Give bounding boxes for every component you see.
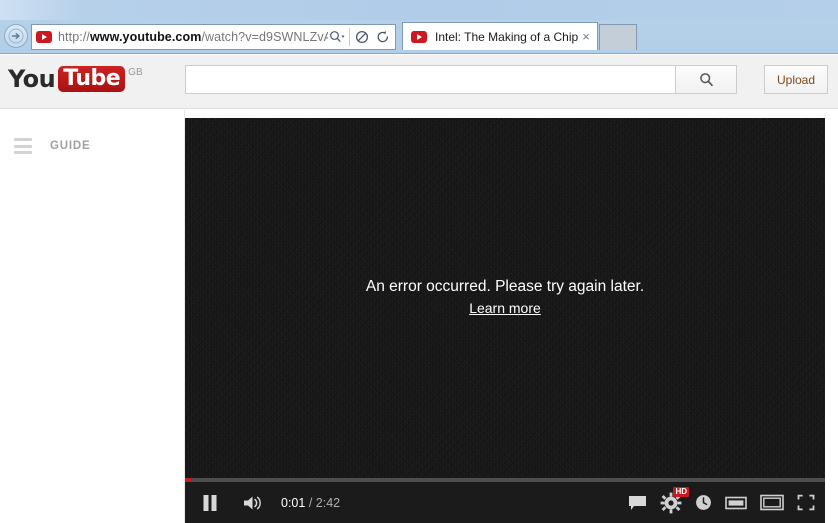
logo-country-code: GB	[128, 67, 143, 78]
search-dropdown-icon[interactable]	[328, 26, 347, 48]
tab-favicon-youtube	[411, 30, 427, 43]
fullscreen-button[interactable]	[797, 494, 815, 511]
time-separator: /	[305, 495, 316, 510]
go-forward-button[interactable]	[4, 24, 28, 48]
upload-button[interactable]: Upload	[764, 65, 828, 94]
address-bar[interactable]: http://www.youtube.com/watch?v=d9SWNLZvA…	[31, 24, 396, 50]
sidebar-item-guide[interactable]: GUIDE	[14, 138, 90, 154]
player-controls-left: 0:01 / 2:42	[185, 490, 628, 516]
youtube-logo[interactable]: You Tube GB	[8, 66, 143, 92]
youtube-favicon	[36, 31, 52, 43]
player-controls: 0:01 / 2:42 HD	[185, 482, 825, 523]
address-bar-icons	[328, 26, 395, 48]
clock-icon	[696, 495, 711, 510]
refresh-icon[interactable]	[373, 26, 392, 48]
pause-button[interactable]	[197, 490, 223, 516]
video-player[interactable]: An error occurred. Please try again late…	[185, 118, 825, 523]
stop-icon[interactable]	[352, 26, 371, 48]
current-time: 0:01	[281, 495, 306, 510]
settings-gear-button[interactable]: HD	[660, 486, 689, 514]
search-icon	[699, 73, 713, 87]
pause-icon	[203, 494, 217, 511]
captions-icon	[629, 495, 646, 510]
search-input[interactable]	[185, 65, 675, 94]
captions-button[interactable]	[628, 495, 647, 511]
player-error-overlay: An error occurred. Please try again late…	[185, 278, 825, 318]
browser-window: http://www.youtube.com/watch?v=d9SWNLZvA…	[0, 0, 838, 523]
address-bar-url: http://www.youtube.com/watch?v=d9SWNLZvA…	[58, 30, 328, 44]
theater-icon	[725, 496, 747, 509]
new-tab-button[interactable]	[599, 24, 637, 50]
arrow-right-icon	[8, 28, 24, 44]
tab-close-icon[interactable]: ×	[579, 30, 593, 44]
size-icon	[760, 494, 784, 511]
logo-you-text: You	[8, 65, 56, 93]
time-display: 0:01 / 2:42	[281, 496, 340, 510]
address-icon-divider	[349, 28, 350, 46]
hd-quality-badge: HD	[673, 486, 689, 497]
watch-later-button[interactable]	[695, 494, 712, 511]
volume-button[interactable]	[241, 490, 267, 516]
window-titlebar	[0, 0, 838, 20]
guide-label: GUIDE	[50, 140, 91, 152]
search-form	[185, 65, 737, 94]
logo-tube-text: Tube	[58, 66, 126, 92]
tab-title: Intel: The Making of a Chip ...	[435, 29, 579, 44]
player-controls-right: HD	[628, 486, 825, 514]
search-button[interactable]	[675, 65, 737, 94]
duration: 2:42	[315, 495, 341, 510]
hamburger-menu-icon	[14, 138, 32, 154]
volume-icon	[244, 496, 261, 509]
size-toggle-button[interactable]	[760, 494, 784, 511]
fullscreen-icon	[797, 494, 815, 511]
theater-mode-button[interactable]	[725, 495, 747, 511]
error-message: An error occurred. Please try again late…	[365, 278, 645, 295]
chrome-bottom-border	[0, 50, 838, 54]
learn-more-link[interactable]: Learn more	[469, 300, 541, 316]
upload-button-label: Upload	[776, 72, 816, 87]
browser-tab[interactable]: Intel: The Making of a Chip ... ×	[402, 22, 598, 50]
